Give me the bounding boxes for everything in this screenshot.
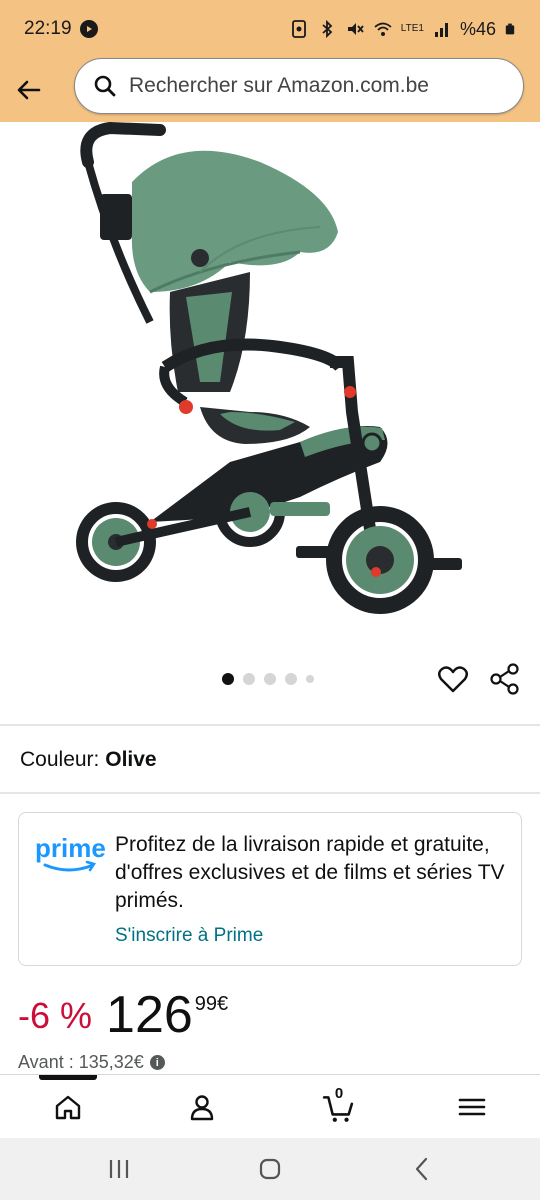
battery-text: %46 — [459, 18, 496, 39]
recent-apps-button[interactable] — [101, 1154, 137, 1184]
recent-apps-icon — [109, 1160, 129, 1178]
home-system-button[interactable] — [252, 1154, 288, 1184]
home-icon — [55, 1095, 81, 1120]
back-button[interactable] — [0, 61, 58, 119]
menu-icon — [458, 1098, 486, 1116]
cart-count: 0 — [334, 1085, 344, 1102]
home-circle-icon — [259, 1158, 281, 1180]
color-value: Olive — [105, 748, 157, 771]
nav-account[interactable] — [182, 1089, 222, 1125]
bluetooth-icon — [322, 19, 333, 39]
share-icon — [490, 663, 519, 695]
carousel-dot[interactable] — [306, 675, 314, 683]
prime-logo-text: prime — [35, 833, 105, 863]
wishlist-button[interactable] — [436, 662, 470, 696]
carousel-dot[interactable] — [243, 673, 255, 685]
prime-signup-link[interactable]: S'inscrire à Prime — [115, 925, 263, 947]
color-label: Couleur: — [20, 748, 100, 771]
search-bar[interactable] — [74, 58, 524, 114]
bottom-navigation: 0 — [0, 1074, 540, 1138]
carousel-dots[interactable] — [222, 673, 314, 685]
list-price: Avant : 135,32€ i — [18, 1052, 165, 1073]
prime-promo-card: prime Profitez de la livraison rapide et… — [18, 812, 522, 966]
status-bar: 22:19 LTE1 %46 — [0, 0, 540, 58]
search-input[interactable] — [129, 74, 509, 98]
nav-active-indicator — [39, 1075, 97, 1080]
divider — [0, 792, 540, 794]
battery-icon — [505, 23, 515, 35]
back-arrow-icon — [17, 80, 41, 100]
signal-icon — [434, 23, 448, 37]
carousel-dot[interactable] — [264, 673, 276, 685]
product-image[interactable] — [0, 121, 540, 652]
carousel-dot[interactable] — [285, 673, 297, 685]
account-icon — [190, 1095, 214, 1121]
heart-icon — [438, 666, 468, 693]
status-icons: LTE1 %46 — [289, 19, 516, 40]
nav-menu[interactable] — [452, 1089, 492, 1125]
wifi-icon — [374, 22, 392, 36]
prime-message: Profitez de la livraison rapide et gratu… — [115, 833, 505, 912]
nav-cart[interactable]: 0 — [318, 1085, 358, 1125]
chevron-left-icon — [415, 1157, 428, 1181]
status-time: 22:19 — [24, 18, 72, 39]
prime-logo: prime — [35, 831, 106, 875]
info-icon[interactable]: i — [149, 1055, 165, 1070]
back-system-button[interactable] — [404, 1154, 440, 1184]
search-icon — [94, 75, 116, 97]
discount-percent: -6 % — [18, 995, 93, 1036]
nav-home[interactable] — [48, 1089, 88, 1125]
share-button[interactable] — [488, 662, 522, 696]
mute-icon — [347, 23, 364, 35]
sim-icon — [291, 20, 306, 38]
search-header — [0, 58, 540, 122]
list-price-text: Avant : 135,32€ — [18, 1052, 144, 1072]
price-block: -6 % 126 99€ — [18, 985, 228, 1045]
media-playing-icon — [79, 20, 98, 38]
divider — [0, 724, 540, 726]
price-whole: 126 — [106, 986, 193, 1044]
color-selection[interactable]: Couleur: Olive — [20, 748, 157, 772]
network-label: LTE1 — [400, 23, 424, 34]
carousel-dot[interactable] — [222, 673, 234, 685]
image-carousel-controls — [0, 660, 540, 700]
system-navigation-bar — [0, 1138, 540, 1200]
price-fraction: 99€ — [194, 993, 229, 1015]
